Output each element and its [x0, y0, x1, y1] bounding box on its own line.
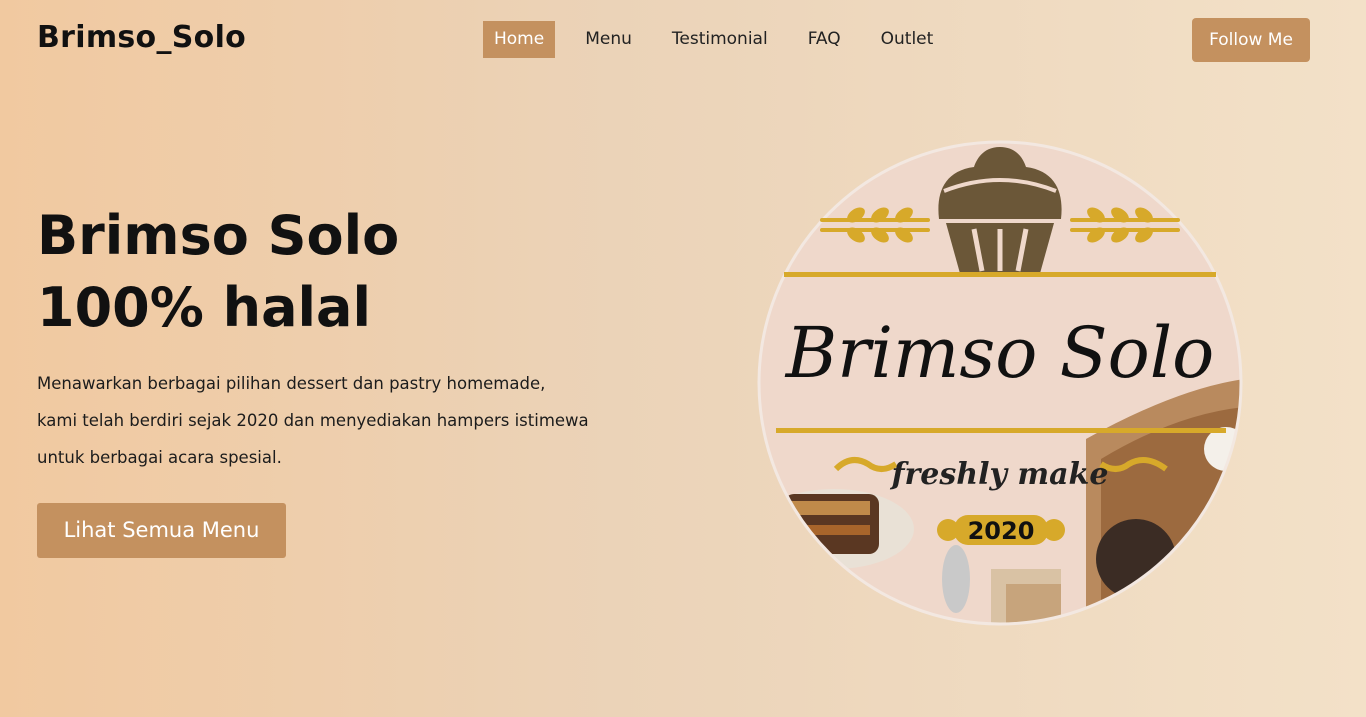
nav-link-home[interactable]: Home	[483, 21, 556, 58]
nav-link-outlet[interactable]: Outlet	[881, 21, 934, 58]
nav-link-faq[interactable]: FAQ	[808, 21, 841, 58]
logo-tagline: freshly make	[890, 457, 1109, 492]
logo-brand-name: Brimso Solo	[784, 312, 1215, 394]
hero-title-line-1: Brimso Solo	[37, 204, 400, 267]
follow-me-button[interactable]: Follow Me	[1192, 18, 1310, 62]
logo-year: 2020	[968, 517, 1035, 545]
navbar: Brimso_Solo Home Menu Testimonial FAQ Ou…	[0, 0, 1366, 80]
brand-logo-text[interactable]: Brimso_Solo	[37, 20, 246, 55]
nav-link-menu[interactable]: Menu	[585, 21, 632, 58]
hero-title-line-2: 100% halal	[37, 276, 371, 339]
nav-links: Home Menu Testimonial FAQ Outlet	[483, 21, 973, 58]
see-all-menu-button[interactable]: Lihat Semua Menu	[37, 503, 286, 558]
nav-link-testimonial[interactable]: Testimonial	[672, 21, 768, 58]
hero-description-line: Menawarkan berbagai pilihan dessert dan …	[37, 374, 546, 393]
hero-description: Menawarkan berbagai pilihan dessert dan …	[37, 365, 677, 476]
hero-title: Brimso Solo 100% halal	[37, 200, 399, 344]
brand-logo-image: Brimso Solo freshly make 2020	[756, 139, 1244, 627]
hero-description-line: kami telah berdiri sejak 2020 dan menyed…	[37, 411, 589, 430]
hero-description-line: untuk berbagai acara spesial.	[37, 448, 282, 467]
